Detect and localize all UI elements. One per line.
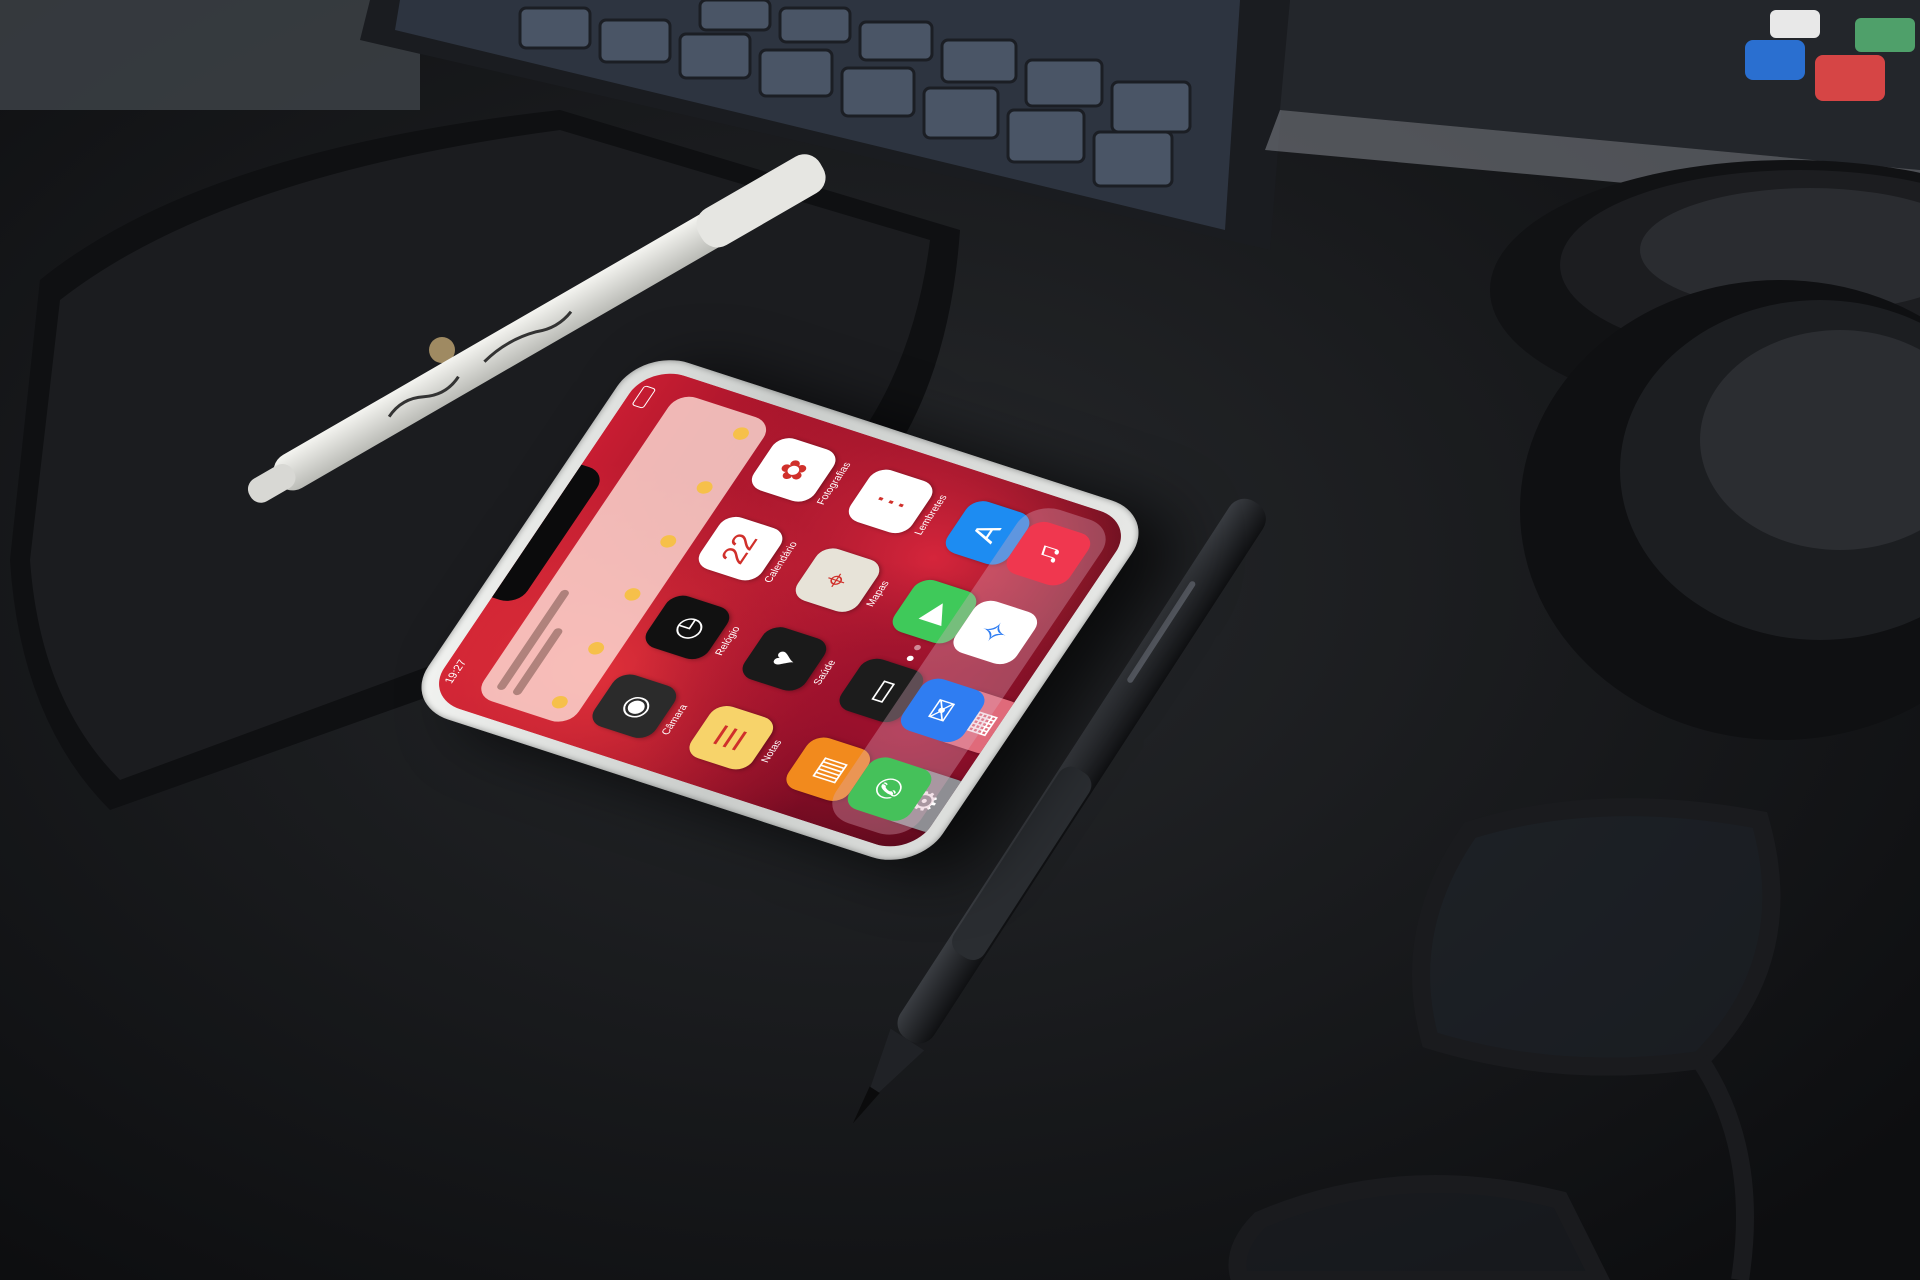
phone-icon[interactable]: ✆ bbox=[841, 753, 938, 825]
music-icon[interactable]: ♫ bbox=[1000, 518, 1097, 590]
notes-icon[interactable]: ☰ bbox=[682, 702, 779, 774]
battery-icon bbox=[631, 385, 657, 409]
mail-icon[interactable]: ✉ bbox=[894, 674, 991, 747]
safari-icon[interactable]: ✧ bbox=[947, 596, 1044, 668]
app-reminders[interactable]: ⋮ Lembretes bbox=[837, 458, 959, 550]
desk-edge bbox=[0, 0, 420, 110]
app-notes[interactable]: ☰ Notas bbox=[678, 695, 800, 787]
status-time: 19:27 bbox=[442, 658, 470, 686]
app-maps[interactable]: ⌖ Mapas bbox=[784, 537, 906, 629]
app-health[interactable]: ♥ Saúde bbox=[731, 616, 853, 708]
